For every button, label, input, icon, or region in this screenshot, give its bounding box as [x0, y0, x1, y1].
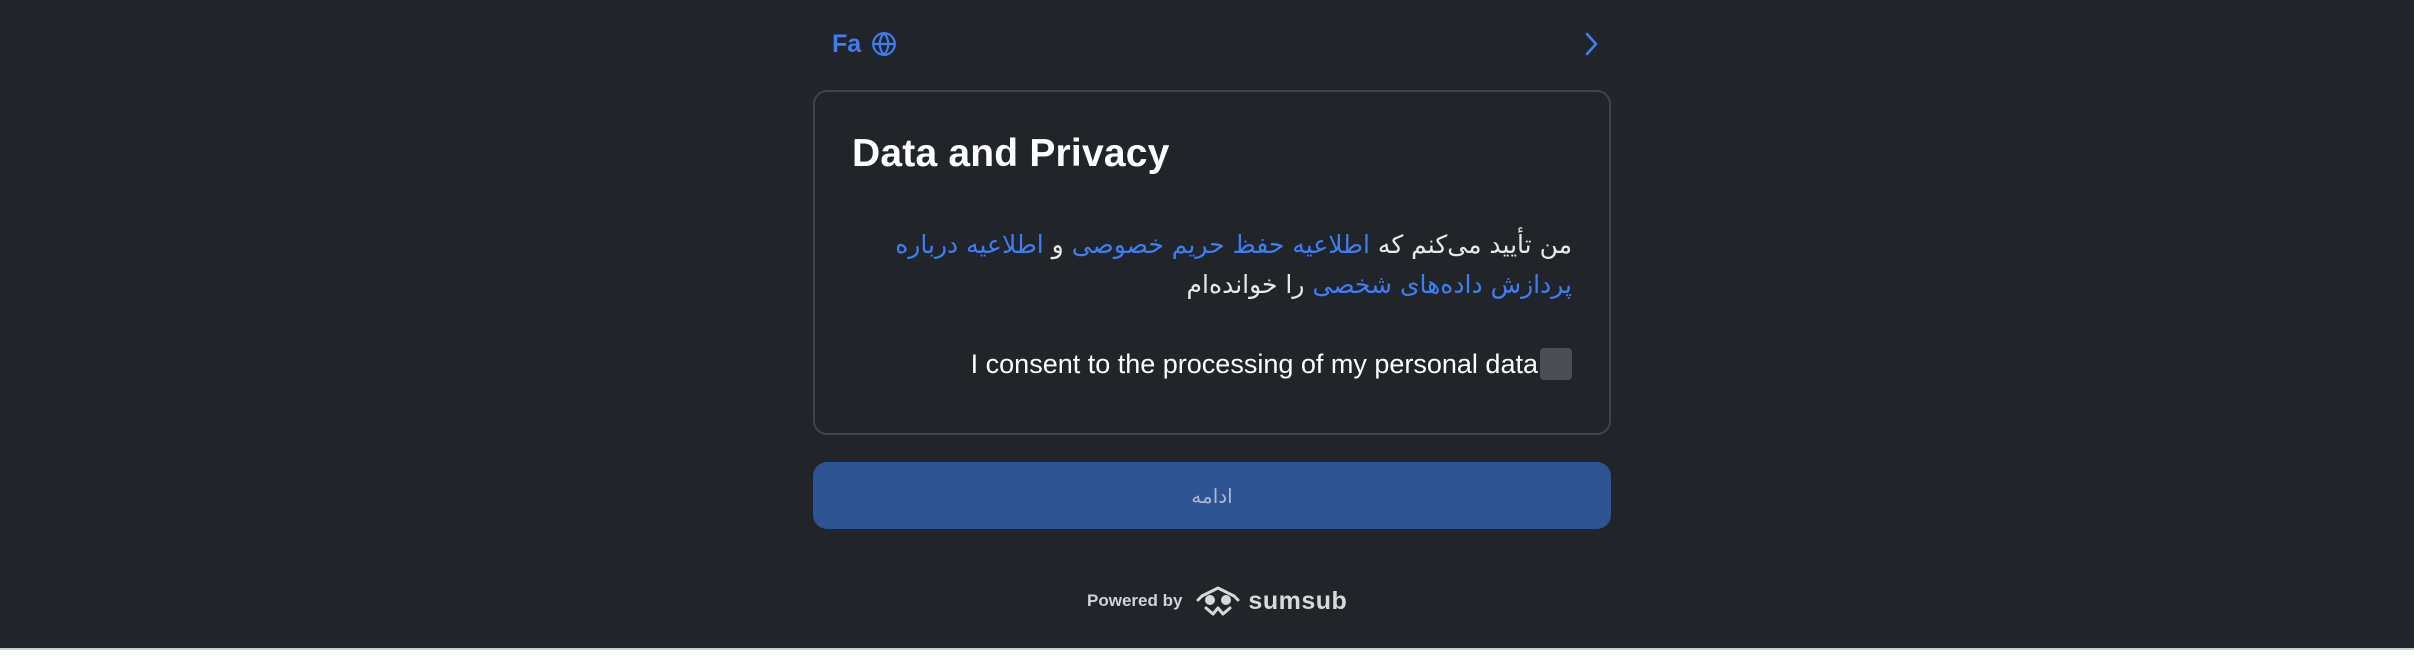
bottom-edge	[0, 648, 2414, 670]
next-button[interactable]	[1571, 24, 1611, 64]
chevron-right-icon	[1585, 32, 1598, 56]
brand-name: sumsub	[1248, 586, 1348, 615]
language-switcher[interactable]: Fa	[832, 26, 897, 62]
top-bar: Fa	[814, 22, 1611, 66]
globe-icon	[872, 31, 897, 57]
continue-button[interactable]: ادامه	[813, 462, 1611, 529]
consent-statement: من تأیید می‌کنم که اطلاعیه حفظ حریم خصوص…	[832, 225, 1572, 305]
language-code: Fa	[832, 29, 862, 58]
privacy-notice-link[interactable]: اطلاعیه حفظ حریم خصوصی	[1072, 230, 1370, 259]
powered-by-text: Powered by	[1087, 591, 1183, 610]
card-title: Data and Privacy	[852, 132, 1170, 175]
consent-checkbox[interactable]	[1540, 348, 1572, 380]
consent-text-part1: من تأیید می‌کنم که	[1369, 230, 1572, 259]
app-viewport: Fa Data and Privacy من تأیید می‌کنم که ا…	[0, 0, 2414, 648]
consent-text-part3: را خوانده‌ام	[1186, 270, 1313, 299]
consent-checkbox-label[interactable]: I consent to the processing of my person…	[971, 349, 1538, 380]
consent-text-part2: و	[1043, 230, 1072, 259]
consent-checkbox-row[interactable]: I consent to the processing of my person…	[971, 344, 1572, 384]
privacy-card: Data and Privacy من تأیید می‌کنم که اطلا…	[813, 90, 1611, 435]
sumsub-brand[interactable]: sumsub	[1196, 584, 1347, 618]
sumsub-logo-icon	[1196, 586, 1240, 616]
footer: Powered by sumsub	[1087, 580, 1347, 622]
